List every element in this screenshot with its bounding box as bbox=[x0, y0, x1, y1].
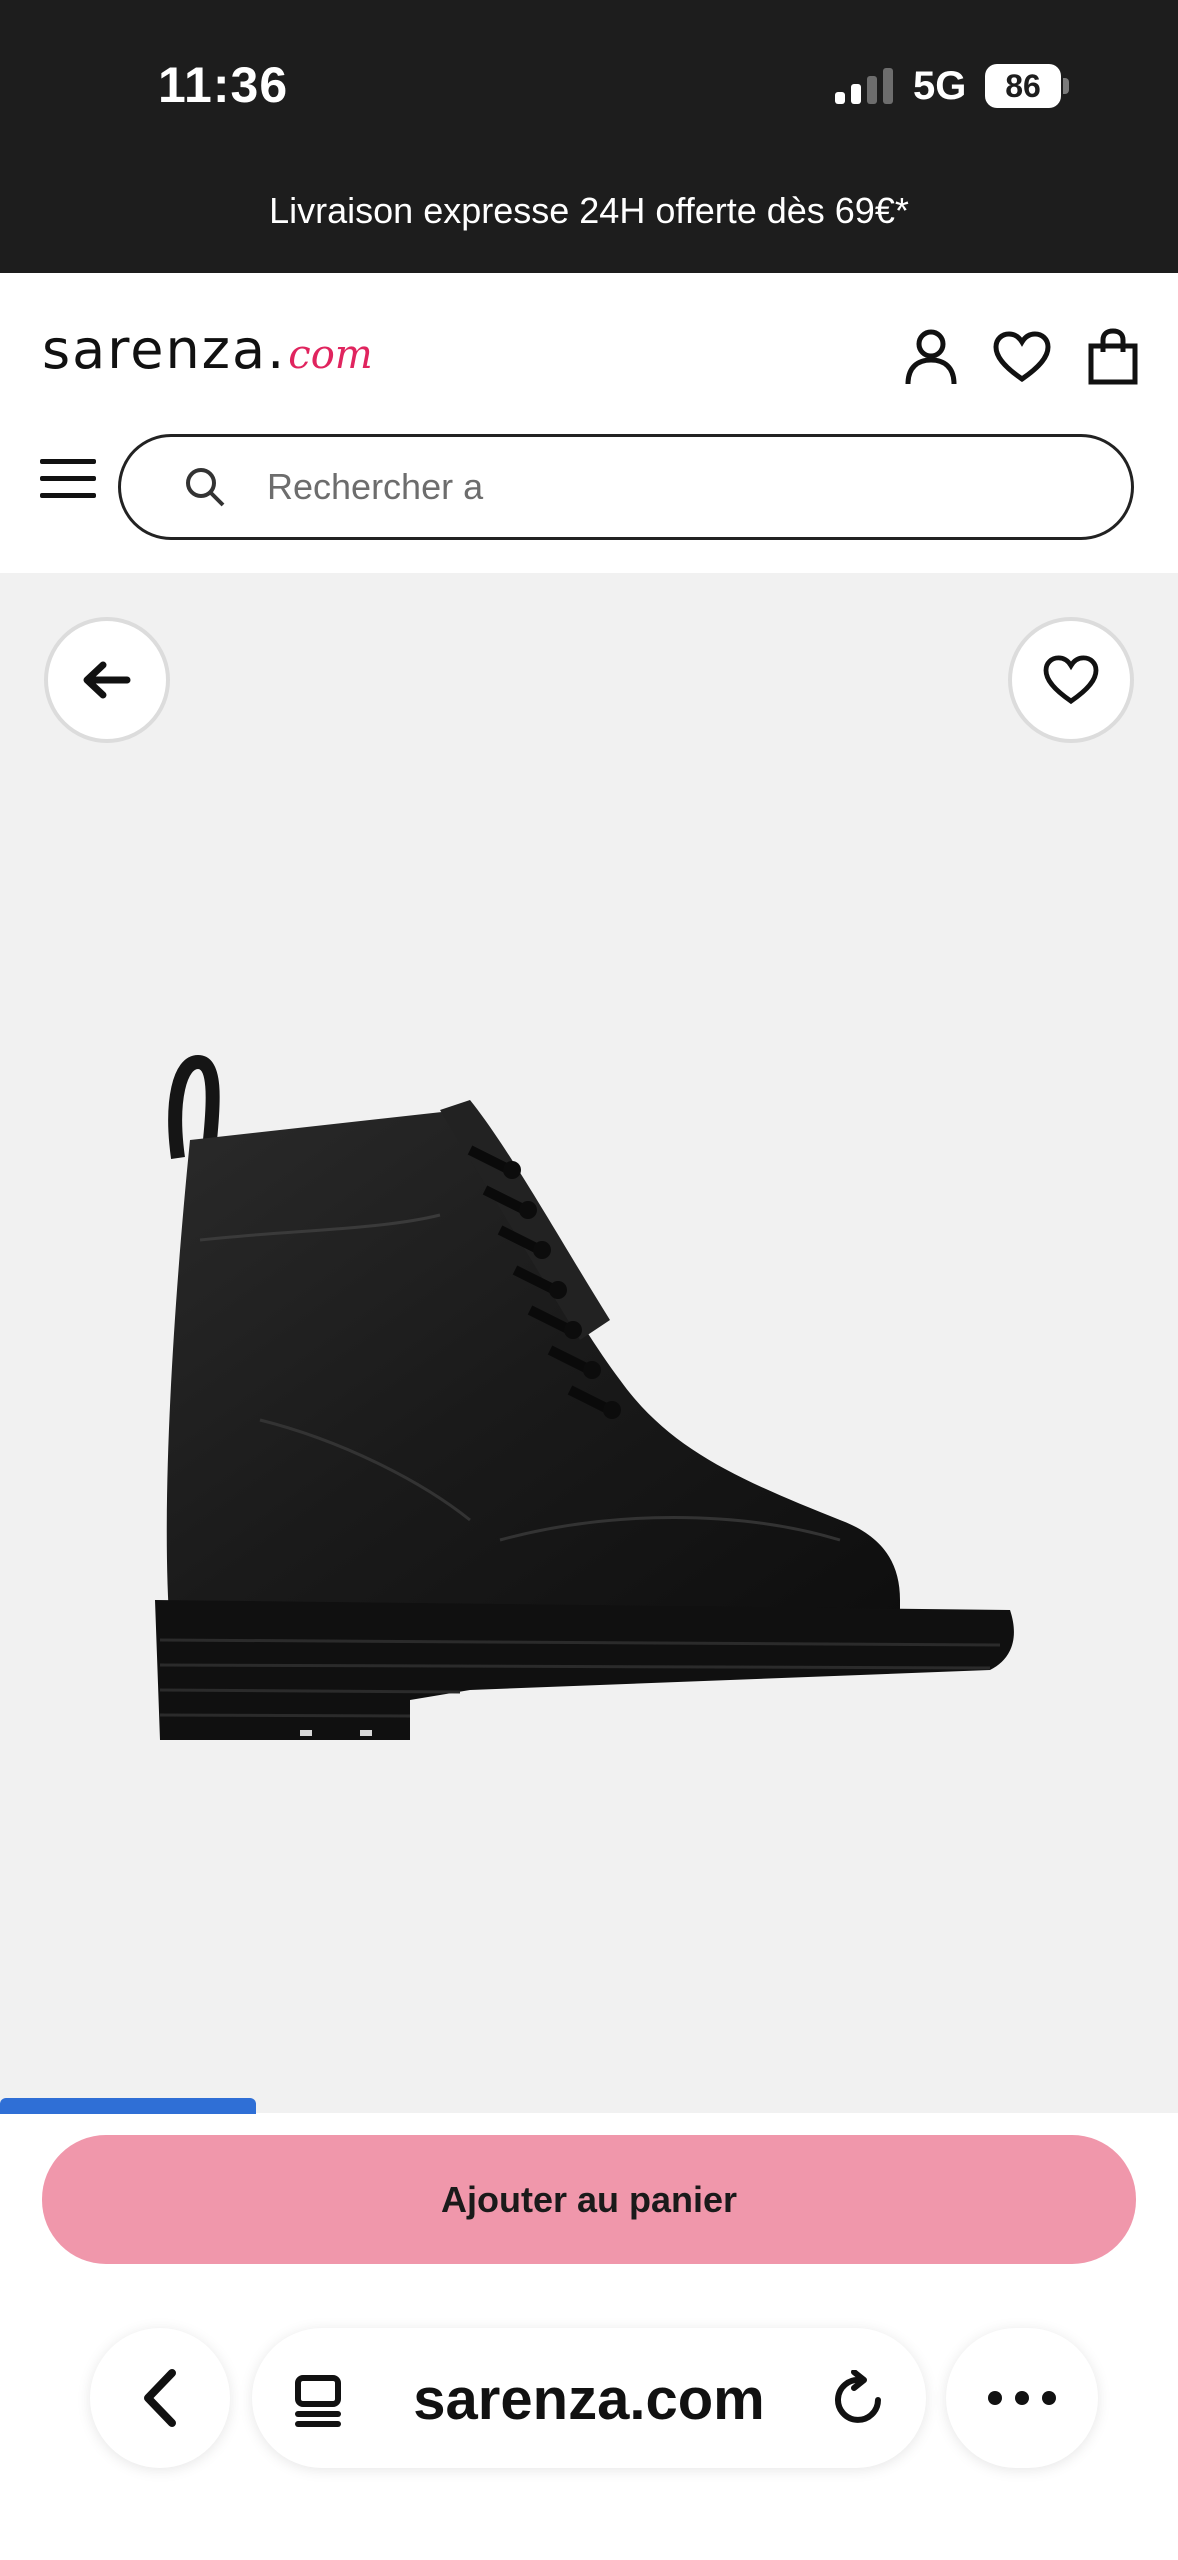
bag-icon[interactable] bbox=[1082, 326, 1144, 388]
battery-icon: 86 bbox=[985, 64, 1069, 108]
tab-indicator bbox=[0, 2098, 256, 2114]
back-button[interactable] bbox=[44, 617, 170, 743]
search-input[interactable]: Rechercher a bbox=[267, 466, 483, 508]
logo-com: com bbox=[288, 332, 373, 378]
promo-text[interactable]: Livraison expresse 24H offerte dès 69€* bbox=[0, 190, 1178, 232]
sarenza-logo[interactable]: sarenza.com bbox=[42, 318, 373, 388]
battery-level: 86 bbox=[985, 64, 1061, 108]
heart-icon[interactable] bbox=[991, 326, 1053, 388]
wishlist-heart-icon bbox=[1043, 655, 1099, 705]
network-type: 5G bbox=[913, 64, 967, 108]
wishlist-button[interactable] bbox=[1008, 617, 1134, 743]
status-time: 11:36 bbox=[158, 57, 289, 113]
user-icon[interactable] bbox=[900, 326, 962, 388]
reload-icon[interactable] bbox=[830, 2370, 888, 2428]
add-to-cart-button[interactable]: Ajouter au panier bbox=[42, 2135, 1136, 2264]
more-dots-icon bbox=[988, 2391, 1056, 2405]
top-banner bbox=[0, 0, 1178, 273]
boot-image bbox=[155, 1054, 1014, 1740]
browser-url[interactable]: sarenza.com bbox=[252, 2366, 926, 2433]
browser-address-bar[interactable]: sarenza.com bbox=[252, 2328, 926, 2468]
chevron-left-icon bbox=[144, 2369, 176, 2427]
logo-main: sarenza. bbox=[42, 318, 287, 381]
browser-back-button[interactable] bbox=[90, 2328, 230, 2468]
search-bar[interactable]: Rechercher a bbox=[118, 434, 1134, 540]
search-icon bbox=[186, 468, 225, 507]
menu-icon[interactable] bbox=[40, 455, 98, 503]
back-arrow-icon bbox=[83, 661, 131, 699]
browser-more-button[interactable] bbox=[946, 2328, 1098, 2468]
signal-icon bbox=[835, 68, 893, 104]
